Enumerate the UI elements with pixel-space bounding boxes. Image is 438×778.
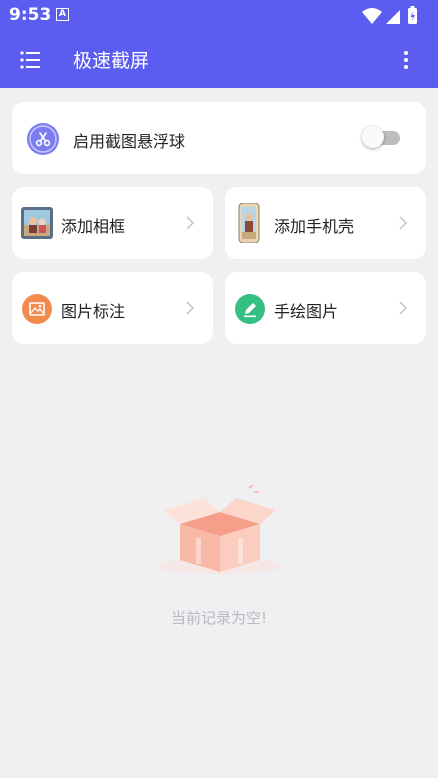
float-ball-switch[interactable] [362,126,400,148]
image-annotate-tile[interactable]: 图片标注 [12,272,213,344]
chevron-right-icon [399,301,408,315]
float-ball-label: 启用截图悬浮球 [73,132,186,151]
chevron-right-icon [186,301,195,315]
photo-frame-icon [21,207,53,239]
hand-draw-tile[interactable]: 手绘图片 [225,272,426,344]
float-ball-card: 启用截图悬浮球 [12,102,426,174]
add-phone-case-tile[interactable]: 添加手机壳 [225,187,426,259]
image-annotate-label: 图片标注 [61,302,126,321]
add-frame-label: 添加相框 [61,217,126,236]
notification-a-icon: A [56,8,69,21]
app-bar: 极速截屏 [0,32,438,88]
signal-icon [386,10,400,24]
scissors-icon [27,123,59,155]
add-phone-case-label: 添加手机壳 [274,217,355,236]
switch-thumb [362,126,384,148]
image-annotate-icon [22,294,52,324]
menu-list-icon[interactable] [18,48,42,72]
empty-box-illustration [158,484,282,574]
chevron-right-icon [399,216,408,230]
phone-case-icon [238,203,260,243]
status-time: 9:53 [9,5,52,25]
empty-state-text: 当前记录为空! [170,609,267,627]
battery-icon [408,6,417,24]
more-vert-icon[interactable] [394,48,418,72]
status-icons [362,6,417,24]
hand-draw-label: 手绘图片 [274,302,339,321]
page-title: 极速截屏 [73,50,150,72]
chevron-right-icon [186,216,195,230]
wifi-icon [362,8,382,24]
status-bar: 9:53 A [0,0,438,32]
pen-icon [235,294,265,324]
add-frame-tile[interactable]: 添加相框 [12,187,213,259]
